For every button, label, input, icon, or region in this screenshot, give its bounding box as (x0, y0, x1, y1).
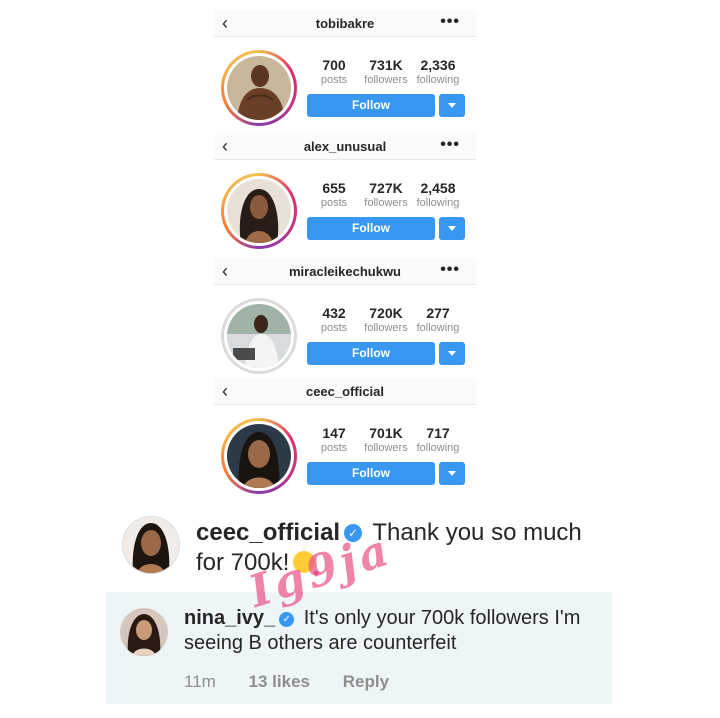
follow-button[interactable]: Follow (307, 342, 435, 365)
reply-button[interactable]: Reply (343, 672, 389, 691)
following-label: following (416, 74, 460, 86)
followers-count: 727K (369, 180, 403, 196)
posts-count: 655 (322, 180, 346, 196)
reply-likes[interactable]: 13 likes (249, 672, 310, 691)
stat-following[interactable]: 2,336 following (410, 57, 466, 86)
profile-card-alex-unusual: ‹ alex_unusual ••• 655 posts 727K follow… (214, 133, 476, 251)
following-count: 2,458 (420, 180, 456, 196)
stat-following[interactable]: 717 following (410, 425, 466, 454)
profile-header: ‹ alex_unusual ••• (214, 133, 476, 160)
followers-count: 720K (369, 305, 403, 321)
stat-followers[interactable]: 727K followers (358, 180, 414, 209)
comment-text: ceec_official ✓ Thank you so much for 700… (196, 518, 586, 580)
profile-header: ‹ ceec_official ••• (214, 378, 476, 405)
chevron-down-icon (448, 351, 456, 356)
reply-comment: nina_ivy_ ✓ It's only your 700k followers… (106, 592, 612, 704)
posts-count: 432 (322, 305, 346, 321)
verified-badge-icon: ✓ (279, 612, 295, 627)
avatar[interactable] (221, 418, 297, 494)
stat-posts: 432 posts (306, 305, 362, 334)
profile-header: ‹ tobibakre ••• (214, 10, 476, 37)
stat-posts: 147 posts (306, 425, 362, 454)
following-count: 2,336 (420, 57, 456, 73)
stat-followers[interactable]: 720K followers (358, 305, 414, 334)
reply-meta: 11m 13 likes Reply (184, 672, 417, 692)
follow-button[interactable]: Follow (307, 462, 435, 485)
followers-label: followers (364, 322, 408, 334)
stat-followers[interactable]: 731K followers (358, 57, 414, 86)
avatar[interactable] (221, 298, 297, 374)
avatar[interactable] (221, 50, 297, 126)
avatar[interactable] (221, 173, 297, 249)
followers-count: 731K (369, 57, 403, 73)
reply-username[interactable]: nina_ivy_ (184, 607, 275, 629)
following-label: following (416, 197, 460, 209)
followers-count: 701K (369, 425, 403, 441)
posts-label: posts (320, 322, 348, 334)
follow-button[interactable]: Follow (307, 94, 435, 117)
following-label: following (416, 442, 460, 454)
posts-label: posts (320, 197, 348, 209)
profile-card-miracleikechukwu: ‹ miracleikechukwu ••• 432 posts 720K fo… (214, 258, 476, 376)
following-count: 717 (426, 425, 450, 441)
followers-label: followers (364, 442, 408, 454)
following-count: 277 (426, 305, 450, 321)
profile-card-tobibakre: ‹ tobibakre ••• 700 posts 731K followers… (214, 10, 476, 128)
more-options-icon[interactable]: ••• (440, 136, 460, 154)
chevron-down-icon (448, 226, 456, 231)
following-label: following (416, 322, 460, 334)
profile-username: miracleikechukwu (289, 264, 401, 279)
reply-timestamp: 11m (184, 672, 216, 691)
avatar-photo (227, 179, 291, 243)
stat-posts: 655 posts (306, 180, 362, 209)
suggestions-dropdown-button[interactable] (439, 342, 465, 365)
chevron-down-icon (448, 103, 456, 108)
chevron-down-icon (448, 471, 456, 476)
profile-username: tobibakre (315, 16, 375, 31)
stat-following[interactable]: 2,458 following (410, 180, 466, 209)
profile-card-ceec-official: ‹ ceec_official ••• 147 posts 701K follo… (214, 378, 476, 496)
verified-badge-icon: ✓ (344, 524, 363, 542)
stat-posts: 700 posts (306, 57, 362, 86)
suggestions-dropdown-button[interactable] (439, 94, 465, 117)
follow-button[interactable]: Follow (307, 217, 435, 240)
followers-label: followers (364, 74, 408, 86)
suggestions-dropdown-button[interactable] (439, 462, 465, 485)
profile-username: alex_unusual (303, 139, 387, 154)
avatar[interactable] (120, 608, 168, 656)
profile-header: ‹ miracleikechukwu ••• (214, 258, 476, 285)
avatar-photo (227, 304, 291, 368)
posts-count: 147 (322, 425, 346, 441)
followers-label: followers (364, 197, 408, 209)
kissing-heart-emoji-icon: ♥ (293, 551, 319, 580)
avatar-photo (227, 56, 291, 120)
more-options-icon[interactable]: ••• (440, 261, 460, 279)
comment-username[interactable]: ceec_official (196, 519, 340, 546)
avatar-photo (227, 424, 291, 488)
stat-followers[interactable]: 701K followers (358, 425, 414, 454)
posts-count: 700 (322, 57, 346, 73)
stat-following[interactable]: 277 following (410, 305, 466, 334)
reply-text: nina_ivy_ ✓ It's only your 700k followers… (184, 606, 604, 656)
more-options-icon[interactable]: ••• (440, 13, 460, 31)
profile-username: ceec_official (305, 384, 385, 399)
posts-label: posts (320, 74, 348, 86)
suggestions-dropdown-button[interactable] (439, 217, 465, 240)
avatar[interactable] (122, 516, 180, 574)
posts-label: posts (320, 442, 348, 454)
comment-ceec-official: ceec_official ✓ Thank you so much for 700… (110, 510, 590, 590)
